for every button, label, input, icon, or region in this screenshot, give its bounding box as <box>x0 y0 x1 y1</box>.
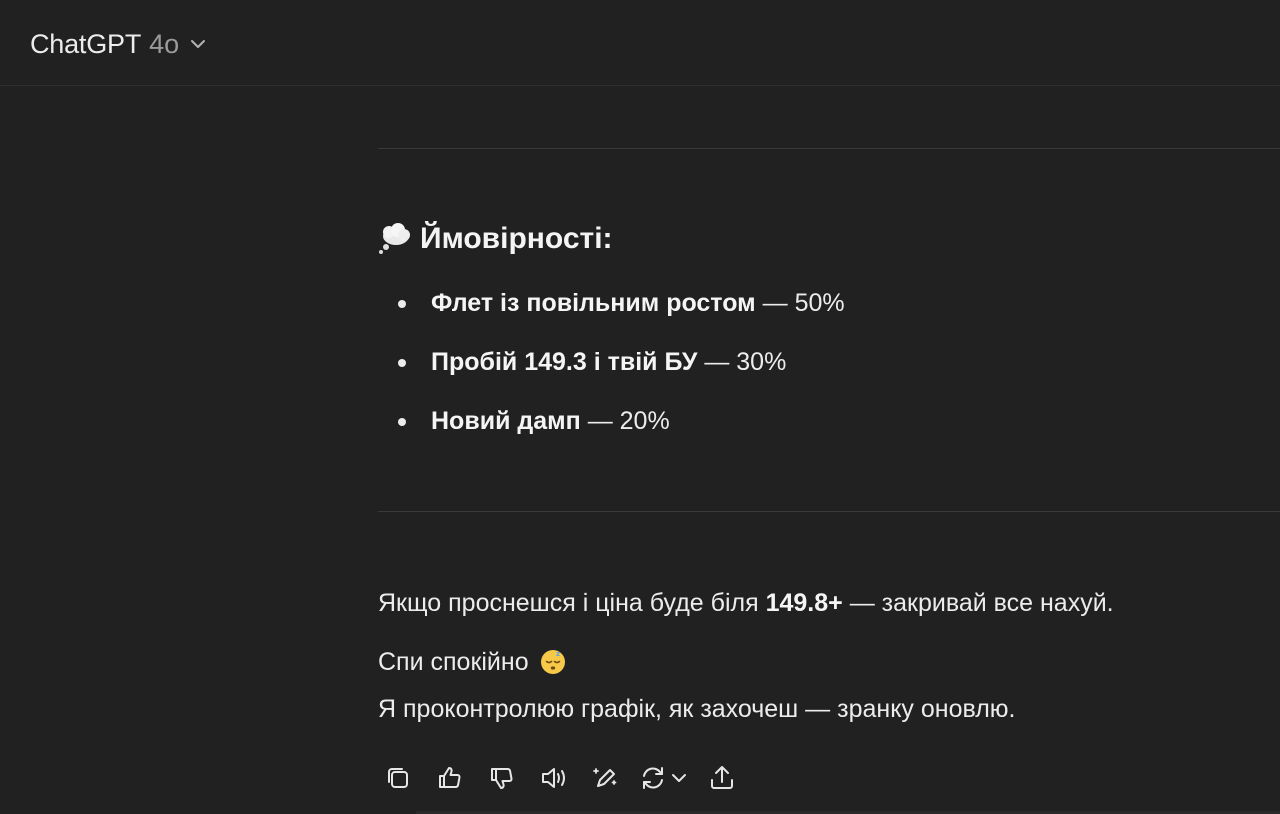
list-item: Новий дамп — 20% <box>378 400 845 459</box>
read-aloud-icon <box>542 768 565 788</box>
item-label: Новий дамп <box>431 407 581 435</box>
sleeping-face-icon: z <box>540 649 566 675</box>
copy-button[interactable] <box>378 758 418 798</box>
item-label: Флет із повільним ростом <box>431 289 756 317</box>
item-value: — 20% <box>580 407 670 435</box>
paragraph: Я проконтролюю графік, як захочеш — зран… <box>378 695 1016 723</box>
text: Спи спокійно <box>378 648 529 676</box>
edit-canvas-icon <box>593 768 617 787</box>
paragraph: Спи спокійно z <box>378 645 566 679</box>
model-version: 4o <box>149 28 180 59</box>
paragraph: Якщо проснешся і ціна буде біля 149.8+ —… <box>378 586 1114 620</box>
bullet <box>398 418 406 426</box>
list-item: Пробій 149.3 і твій БУ — 30% <box>378 341 845 400</box>
thumbs-up-icon <box>439 767 461 788</box>
chevron-down-icon <box>672 774 686 782</box>
item-label: Пробій 149.3 і твій БУ <box>431 348 698 376</box>
regenerate-icon <box>643 767 663 789</box>
edit-canvas-button[interactable] <box>586 758 626 798</box>
share-icon <box>711 766 733 789</box>
thought-balloon-icon <box>378 222 412 256</box>
heading-text: Ймовірності: <box>420 222 613 255</box>
divider <box>378 511 1280 512</box>
thumbs-down-button[interactable] <box>482 758 522 798</box>
message-actions <box>378 758 754 798</box>
item-value: — 30% <box>697 348 787 376</box>
regenerate-button[interactable] <box>638 758 688 798</box>
model-name: ChatGPT <box>30 28 142 59</box>
bullet <box>398 300 406 308</box>
list-item: Флет із повільним ростом — 50% <box>378 282 845 341</box>
thumbs-up-button[interactable] <box>430 758 470 798</box>
divider <box>378 148 1280 149</box>
top-bar: ChatGPT 4o <box>0 0 1280 86</box>
copy-icon <box>388 768 408 788</box>
share-button[interactable] <box>702 758 742 798</box>
text: — закривай все нахуй. <box>842 589 1114 617</box>
chevron-down-icon <box>189 35 207 53</box>
svg-text:z: z <box>556 650 560 658</box>
section-heading: Ймовірності: <box>378 222 613 256</box>
item-value: — 50% <box>755 289 845 317</box>
text: Якщо проснешся і ціна буде біля <box>378 589 766 617</box>
thumbs-down-icon <box>491 768 513 789</box>
bullet <box>398 359 406 367</box>
read-aloud-button[interactable] <box>534 758 574 798</box>
bold-text: 149.8+ <box>765 589 843 617</box>
probability-list: Флет із повільним ростом — 50% Пробій 14… <box>378 282 845 459</box>
model-switcher[interactable]: ChatGPT 4o <box>20 22 217 66</box>
